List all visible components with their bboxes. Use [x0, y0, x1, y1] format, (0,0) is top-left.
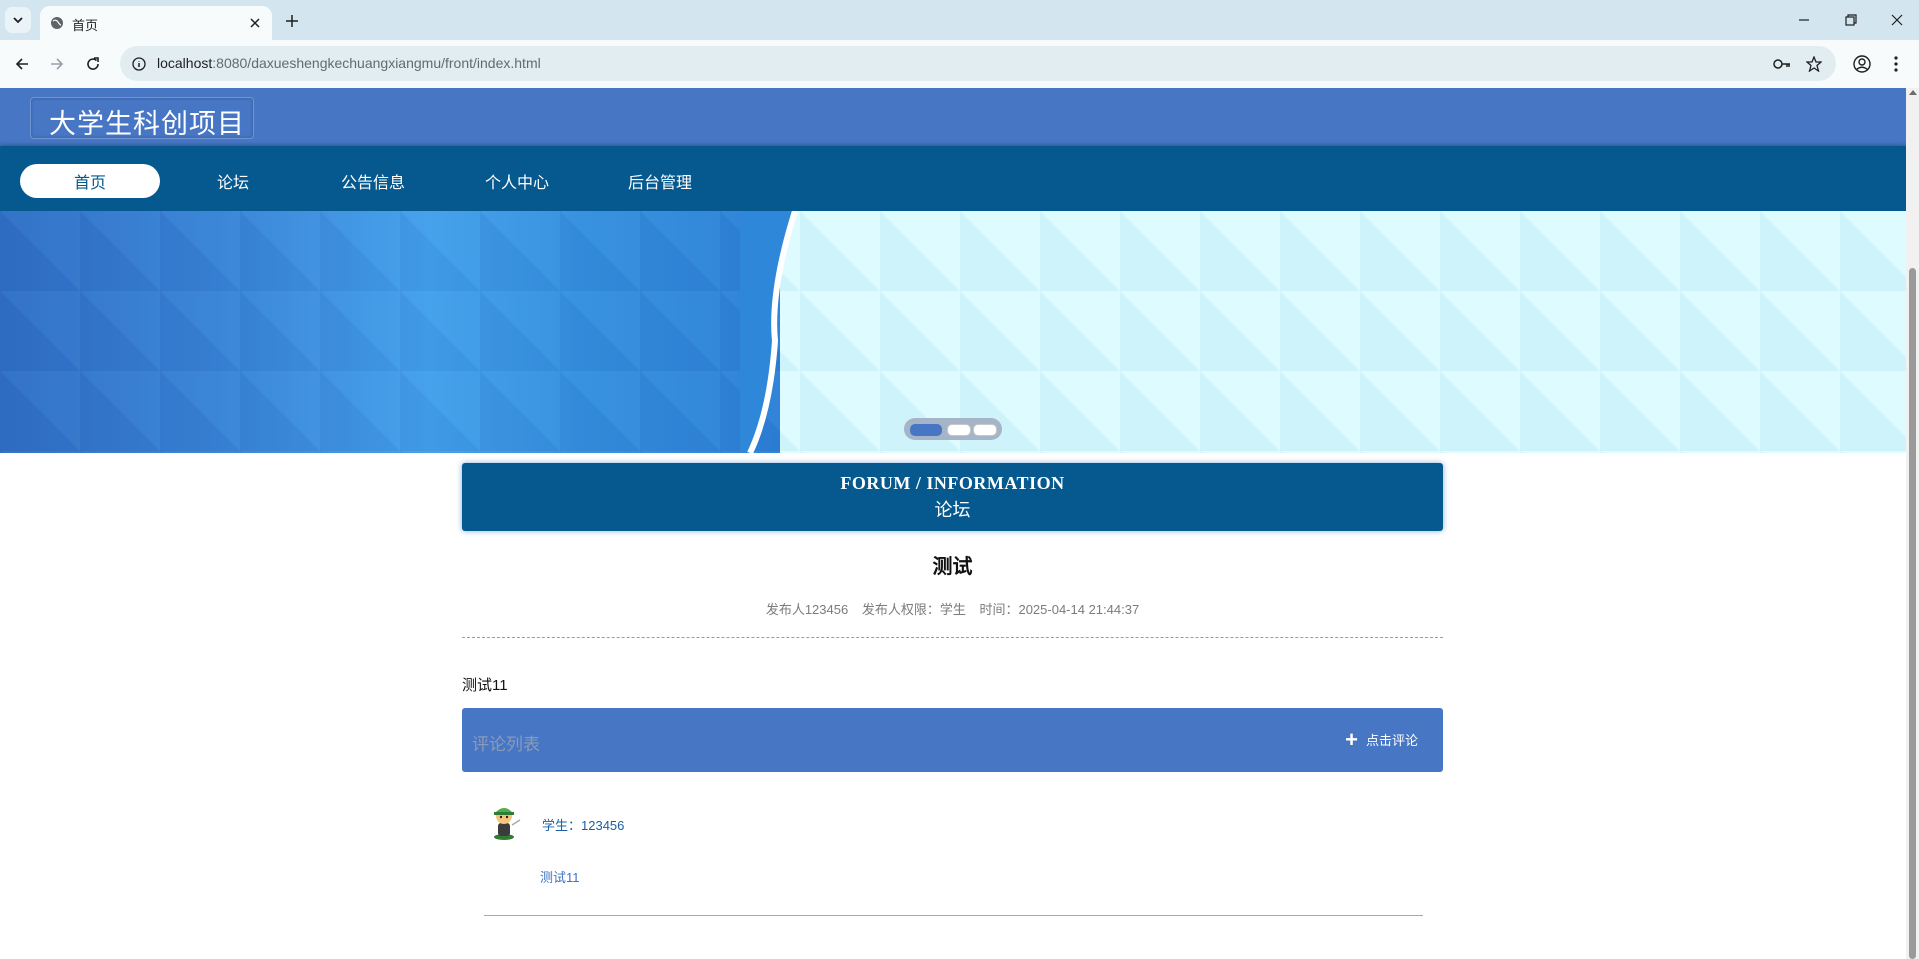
browser-toolbar: localhost:8080/daxueshengkechuangxiangmu…: [0, 40, 1919, 88]
tab-title: 首页: [72, 18, 99, 33]
post-meta: 发布人123456 发布人权限：学生 时间：2025-04-14 21:44:3…: [462, 599, 1443, 618]
carousel-indicators: [904, 418, 1002, 440]
scrollbar-thumb[interactable]: [1909, 268, 1916, 959]
restore-button[interactable]: [1829, 6, 1873, 34]
add-comment-label: 点击评论: [1365, 733, 1418, 748]
browser-menu-button[interactable]: [1882, 50, 1910, 78]
carousel-dot-1[interactable]: [910, 424, 942, 436]
new-tab-button[interactable]: [280, 9, 304, 33]
key-icon[interactable]: [1772, 54, 1792, 74]
back-button[interactable]: [8, 50, 36, 78]
profile-button[interactable]: [1848, 50, 1876, 78]
banner-curve: [740, 211, 798, 453]
scroll-up-arrow-icon[interactable]: [1909, 90, 1917, 95]
post-title: 测试: [932, 556, 973, 578]
post-content: 测试11: [462, 677, 508, 694]
comment-list-title: 评论列表: [472, 735, 540, 754]
close-window-button[interactable]: [1875, 6, 1919, 34]
site-header: 大学生科创项目: [0, 88, 1906, 146]
more-vertical-icon: [1894, 56, 1898, 72]
reload-button[interactable]: [79, 50, 107, 78]
nav-item-forum[interactable]: 论坛: [163, 164, 303, 198]
url-text[interactable]: localhost:8080/daxueshengkechuangxiangmu…: [157, 55, 541, 71]
post-divider: [462, 637, 1443, 638]
add-comment-button[interactable]: + 点击评论: [1345, 726, 1418, 752]
nav-item-admin[interactable]: 后台管理: [590, 164, 730, 198]
url-host: localhost: [157, 55, 213, 71]
globe-icon: [51, 17, 63, 29]
comment-username: 学生：123456: [542, 818, 625, 833]
chevron-down-icon: [13, 17, 23, 24]
section-heading-cn: 论坛: [934, 500, 971, 520]
comment-divider: [484, 915, 1423, 916]
plus-icon: [286, 15, 298, 27]
banner-triangle-pattern: [0, 211, 1906, 453]
restore-icon: [1845, 14, 1857, 26]
minimize-button[interactable]: [1782, 6, 1826, 34]
close-icon: [1891, 14, 1903, 26]
close-icon: [250, 18, 260, 28]
main-nav: 首页 论坛 公告信息 个人中心 后台管理: [0, 146, 1906, 211]
bookmark-star-icon[interactable]: [1804, 54, 1824, 74]
site-logo[interactable]: 大学生科创项目: [30, 97, 254, 139]
page-viewport: 大学生科创项目 首页 论坛 公告信息 个人中心 后台管理 FORUM / INF…: [0, 88, 1906, 959]
post-time: 时间：2025-04-14 21:44:37: [979, 602, 1140, 617]
carousel-dot-3[interactable]: [973, 424, 997, 436]
section-heading: FORUM / INFORMATION 论坛: [462, 463, 1443, 531]
url-path: :8080/daxueshengkechuangxiangmu/front/in…: [212, 55, 541, 71]
nav-item-notice[interactable]: 公告信息: [303, 164, 443, 198]
tab-close-button[interactable]: [244, 12, 266, 34]
banner-carousel[interactable]: [0, 211, 1906, 453]
carousel-dot-2[interactable]: [947, 424, 971, 436]
browser-tab-strip: 首页: [0, 0, 1919, 40]
account-icon: [1853, 55, 1871, 73]
post-author: 发布人123456: [765, 602, 849, 617]
section-heading-en: FORUM / INFORMATION: [840, 473, 1065, 493]
address-bar[interactable]: localhost:8080/daxueshengkechuangxiangmu…: [120, 46, 1836, 81]
arrow-right-icon: [51, 58, 64, 70]
arrow-left-icon: [15, 58, 28, 70]
minimize-icon: [1799, 19, 1809, 21]
site-info-icon[interactable]: [130, 55, 148, 73]
comment-text: 测试11: [540, 870, 580, 885]
site-logo-text: 大学生科创项目: [49, 109, 245, 139]
reload-icon: [87, 57, 99, 70]
page-scrollbar[interactable]: [1906, 88, 1919, 959]
post-author-role: 发布人权限：学生: [861, 602, 966, 617]
avatar: [494, 808, 521, 840]
tab-search-button[interactable]: [5, 7, 31, 33]
nav-item-home[interactable]: 首页: [20, 164, 160, 198]
plus-icon: +: [1345, 726, 1358, 752]
nav-item-profile[interactable]: 个人中心: [447, 164, 587, 198]
comment-list-header: 评论列表 + 点击评论: [462, 708, 1443, 772]
forward-button[interactable]: [43, 50, 71, 78]
browser-tab[interactable]: 首页: [40, 6, 272, 40]
